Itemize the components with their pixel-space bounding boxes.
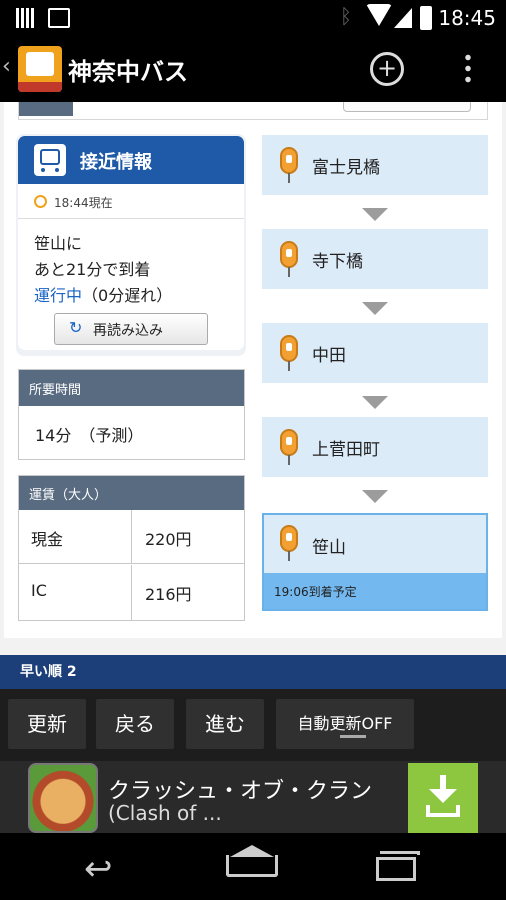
stop-item[interactable]: 寺下橋 [262,229,488,289]
table-row: 現金 220円 [19,510,244,564]
back-button[interactable]: 戻る [96,699,174,749]
previous-section-strip [18,102,488,120]
dropdown-indicator [340,735,366,738]
arrival-text: あと21分で到着 [34,260,151,279]
running-label: 運行中 [34,286,83,305]
update-timestamp: 18:44現在 [54,196,113,210]
duration-header-label: 所要時間 [29,383,82,398]
approach-info-title: 接近情報 [80,152,152,173]
stop-name: 上菅田町 [312,440,380,460]
auto-refresh-toggle[interactable]: 自動更新OFF [276,699,414,749]
clock: 18:45 [438,6,496,30]
fare-price: 220円 [145,530,192,549]
add-button[interactable]: + [370,52,404,86]
nav-home-button[interactable] [212,843,292,891]
home-icon [226,855,278,877]
destination-text: 笹山に [34,234,83,253]
battery-icon [420,6,432,30]
status-bar: ᛒ 18:45 [0,0,506,36]
down-arrow-icon [362,208,388,221]
arrival-estimate-bar: 19:06到着予定 [264,573,486,609]
action-bar: ‹ 神奈中バス + [0,36,506,102]
plus-icon: + [377,54,398,82]
fare-header: 運賃（大人） [19,476,244,510]
overflow-menu-button[interactable] [458,50,478,86]
wifi-icon [366,4,392,26]
download-icon [426,775,460,821]
auto-refresh-label: 自動更新OFF [297,714,393,733]
duration-table: 所要時間 14分 （予測） [18,369,245,460]
rank-label: 早い順 2 [20,664,77,680]
bus-stop-icon [280,335,298,371]
ad-subtitle: (Clash of ... [108,801,222,825]
game-app-icon [28,763,98,833]
signal-bars-icon [16,8,34,28]
nav-recents-button[interactable] [354,843,434,891]
stop-item[interactable]: 上菅田町 [262,417,488,477]
more-vert-icon [465,52,471,84]
stop-name: 寺下橋 [312,252,363,272]
refresh-icon: ↻ [69,318,83,337]
ad-banner[interactable]: クラッシュ・オブ・クラン (Clash of ... [0,761,506,833]
download-button[interactable] [408,763,478,833]
bus-stop-icon [280,147,298,183]
fare-header-label: 運賃（大人） [29,488,108,503]
clock-icon [34,195,47,208]
fare-price: 216円 [145,585,192,604]
down-arrow-icon [362,490,388,503]
reload-label: 再読み込み [93,323,163,339]
previous-section-button[interactable] [343,102,471,112]
up-navigation[interactable]: ‹ [0,36,64,102]
system-navigation-bar: ↩ [0,833,506,900]
duration-value: 14分 （予測） [35,426,144,445]
bluetooth-icon: ᛒ [340,4,352,28]
stop-name: 中田 [312,346,346,366]
bus-stop-icon [280,429,298,465]
destination-stop-item[interactable]: 笹山 19:06到着予定 [262,513,488,611]
app-title: 神奈中バス [68,58,188,86]
cell-signal-icon [394,8,412,28]
back-arrow-icon: ↩ [84,849,113,889]
stop-item[interactable]: 中田 [262,323,488,383]
approach-info-header: 接近情報 [18,136,244,184]
delay-text: （0分遅れ） [82,286,173,305]
chevron-left-icon: ‹ [2,54,11,79]
bus-icon [34,144,66,176]
fare-type: IC [31,581,47,600]
bus-stop-app-icon [18,46,62,92]
previous-section-header [19,102,73,116]
arrival-estimate: 19:06到着予定 [274,585,357,599]
reload-button[interactable]: ↻ 再読み込み [54,313,208,345]
nav-back-button[interactable]: ↩ [70,843,150,891]
down-arrow-icon [362,302,388,315]
bus-stop-icon [280,241,298,277]
bus-stop-icon [280,525,298,561]
refresh-button[interactable]: 更新 [8,699,86,749]
divider [18,218,244,219]
bottom-toolbar: 更新 戻る 進む 自動更新OFF [0,689,506,761]
forward-button[interactable]: 進む [186,699,264,749]
table-row: IC 216円 [19,565,244,620]
fare-table: 運賃（大人） 現金 220円 IC 216円 [18,475,245,621]
running-status: 運行中（0分遅れ） [34,282,172,306]
stop-item[interactable]: 富士見橋 [262,135,488,195]
fare-type: 現金 [31,530,64,549]
stop-name: 笹山 [312,538,346,558]
briefcase-icon [48,8,70,28]
next-bus-section-header[interactable]: 早い順 2 [0,655,506,689]
stop-name: 富士見橋 [312,158,380,178]
section-divider [0,638,506,655]
recent-apps-icon [376,857,416,881]
down-arrow-icon [362,396,388,409]
duration-header: 所要時間 [19,370,244,406]
